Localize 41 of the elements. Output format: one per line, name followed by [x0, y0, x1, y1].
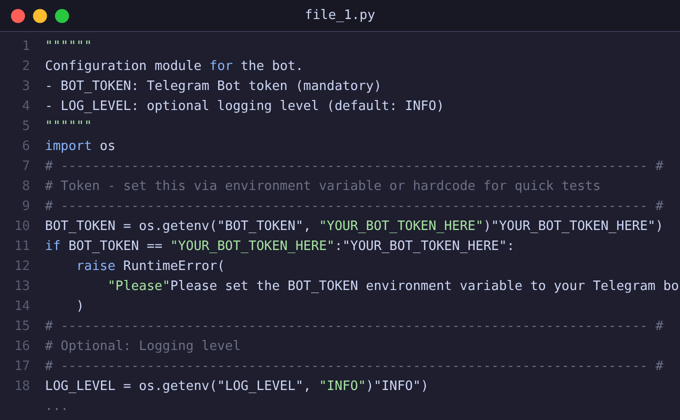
line-number: 8	[22, 178, 30, 196]
code-line: # Optional: Logging level	[45, 338, 241, 356]
minimize-button[interactable]	[33, 9, 47, 23]
code-line: if BOT_TOKEN == "YOUR_BOT_TOKEN_HERE":"YOUR_BOT_TOKEN_HERE":	[45, 238, 515, 256]
code-line: # --------------------------------------------------------------------------- #	[45, 358, 664, 376]
line-number: 7	[22, 158, 30, 176]
code-line: """"""	[45, 38, 92, 56]
line-number: 10	[14, 218, 30, 236]
code-line: # --------------------------------------------------------------------------- #	[45, 158, 664, 176]
line-number: 11	[14, 238, 30, 256]
code-line: # Token - set this via environment variable or hardcode for quick tests	[45, 178, 601, 196]
line-number: 16	[14, 338, 30, 356]
code-line: - BOT_TOKEN: Telegram Bot token (mandatory)	[45, 78, 382, 96]
line-number: 14	[14, 298, 30, 316]
line-number: 4	[22, 98, 30, 116]
code-line: LOG_LEVEL = os.getenv("LOG_LEVEL", "INFO")"INFO")	[45, 378, 429, 396]
window-title: file_1.py	[304, 6, 376, 25]
line-number: 3	[22, 78, 30, 96]
code-line: Configuration module for the bot.	[45, 58, 304, 76]
close-button[interactable]	[11, 9, 25, 23]
code-line: import os	[45, 138, 116, 156]
line-number: 6	[22, 138, 30, 156]
line-number: 5	[22, 118, 30, 136]
code-line: BOT_TOKEN = os.getenv("BOT_TOKEN", "YOUR_BOT_TOKEN_HERE")"YOUR_BOT_TOKEN_HERE")	[45, 218, 664, 236]
line-number: 2	[22, 58, 30, 76]
code-line: """"""	[45, 118, 92, 136]
line-number: 15	[14, 318, 30, 336]
code-line: - LOG_LEVEL: optional logging level (default: INFO)	[45, 98, 444, 116]
line-number: 17	[14, 358, 30, 376]
line-number: 13	[14, 278, 30, 296]
line-number: 9	[22, 198, 30, 216]
code-line: # --------------------------------------------------------------------------- #	[45, 198, 664, 216]
line-number: 18	[14, 378, 30, 396]
code-line: )	[76, 298, 84, 316]
line-number: 12	[14, 258, 30, 276]
maximize-button[interactable]	[55, 9, 69, 23]
code-line: ...	[45, 398, 68, 416]
code-line: raise RuntimeError(	[76, 258, 226, 276]
code-line: # --------------------------------------------------------------------------- #	[45, 318, 664, 336]
line-number: 1	[22, 38, 30, 56]
code-line: "Please"Please set the BOT_TOKEN environment variable to your Telegram bo	[108, 278, 679, 296]
